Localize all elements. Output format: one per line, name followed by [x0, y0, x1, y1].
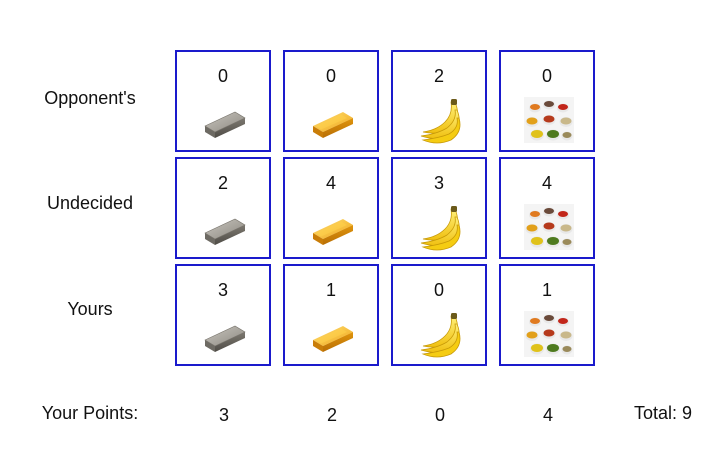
item-count: 3	[433, 173, 444, 193]
total-points: Total: 9	[633, 403, 693, 423]
cell-opponents-bananas[interactable]: 2	[391, 50, 487, 152]
gold-bar-icon	[307, 96, 359, 144]
cell-opponents-silver[interactable]: 0	[175, 50, 271, 152]
item-count: 0	[325, 66, 336, 86]
points-silver: 3	[218, 405, 229, 425]
gold-bar-icon	[307, 310, 359, 358]
points-bananas: 0	[434, 405, 445, 425]
spices-icon	[523, 96, 575, 144]
cell-yours-bananas[interactable]: 0	[391, 264, 487, 366]
item-count: 4	[325, 173, 336, 193]
points-gold: 2	[326, 405, 337, 425]
item-count: 1	[541, 280, 552, 300]
cell-undecided-silver[interactable]: 2	[175, 157, 271, 259]
bananas-icon	[415, 203, 467, 251]
gold-bar-icon	[307, 203, 359, 251]
silver-bar-icon	[199, 96, 251, 144]
silver-bar-icon	[199, 310, 251, 358]
cell-undecided-spices[interactable]: 4	[499, 157, 595, 259]
row-label-opponents: Opponent's	[44, 88, 136, 108]
item-count: 0	[217, 66, 228, 86]
row-label-yours: Yours	[67, 299, 113, 319]
your-points-label: Your Points:	[41, 403, 139, 423]
row-label-undecided: Undecided	[46, 193, 134, 213]
cell-yours-gold[interactable]: 1	[283, 264, 379, 366]
item-count: 1	[325, 280, 336, 300]
item-count: 0	[541, 66, 552, 86]
cell-yours-spices[interactable]: 1	[499, 264, 595, 366]
cell-undecided-bananas[interactable]: 3	[391, 157, 487, 259]
cell-opponents-gold[interactable]: 0	[283, 50, 379, 152]
item-count: 2	[217, 173, 228, 193]
cell-yours-silver[interactable]: 3	[175, 264, 271, 366]
silver-bar-icon	[199, 203, 251, 251]
bananas-icon	[415, 96, 467, 144]
cell-opponents-spices[interactable]: 0	[499, 50, 595, 152]
item-count: 4	[541, 173, 552, 193]
bananas-icon	[415, 310, 467, 358]
cell-undecided-gold[interactable]: 4	[283, 157, 379, 259]
spices-icon	[523, 310, 575, 358]
points-spices: 4	[542, 405, 553, 425]
spices-icon	[523, 203, 575, 251]
item-count: 3	[217, 280, 228, 300]
item-count: 2	[433, 66, 444, 86]
item-count: 0	[433, 280, 444, 300]
